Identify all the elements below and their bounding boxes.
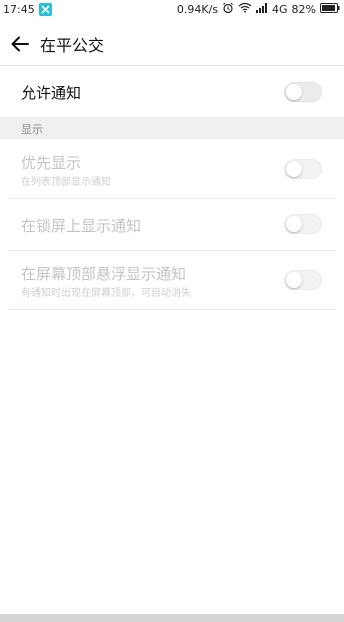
heads-up-toggle[interactable] [284, 270, 322, 290]
toggle-knob [286, 84, 302, 100]
toggle-knob [286, 272, 302, 288]
lockscreen-toggle[interactable] [284, 214, 322, 234]
setting-row-lockscreen[interactable]: 在锁屏上显示通知 [0, 199, 344, 250]
row-divider [8, 309, 336, 310]
back-button[interactable] [0, 26, 40, 62]
page-title: 在平公交 [40, 36, 105, 55]
setting-row-priority[interactable]: 优先显示 在列表顶部显示通知 [0, 146, 344, 198]
status-time: 17:45 [3, 2, 35, 16]
setting-title: 优先显示 [21, 154, 82, 172]
toggle-knob [286, 161, 302, 177]
setting-row-heads-up[interactable]: 在屏幕顶部悬浮显示通知 有通知时出现在屏幕顶部，可自动消失 [0, 251, 344, 309]
net-speed: 0.94K/s [176, 2, 219, 16]
setting-title: 在屏幕顶部悬浮显示通知 [21, 265, 187, 283]
network-type: 4G [272, 2, 288, 16]
allow-notify-label: 允许通知 [21, 84, 82, 102]
toggle-knob [286, 216, 302, 232]
wifi-icon [238, 2, 252, 16]
setting-subtitle: 在列表顶部显示通知 [21, 177, 111, 188]
toolbar: 在平公交 [0, 26, 344, 62]
setting-subtitle: 有通知时出现在屏幕顶部，可自动消失 [21, 288, 191, 299]
setting-title: 在锁屏上显示通知 [21, 217, 142, 235]
back-arrow-icon [11, 36, 29, 52]
battery-percent: 82% [291, 2, 316, 16]
app-notification-icon [38, 2, 52, 16]
status-bar: 17:45 0.94K/s 4G 82% [0, 0, 344, 18]
section-header: 显示 [0, 117, 344, 139]
allow-notify-toggle[interactable] [284, 82, 322, 102]
section-label: 显示 [21, 123, 43, 136]
allow-notify-row[interactable]: 允许通知 [0, 75, 344, 109]
priority-toggle[interactable] [284, 159, 322, 179]
battery-icon [320, 2, 340, 16]
bottom-bar [0, 614, 344, 622]
signal-icon [256, 2, 268, 16]
alarm-icon [222, 2, 234, 17]
header-divider [0, 65, 344, 66]
